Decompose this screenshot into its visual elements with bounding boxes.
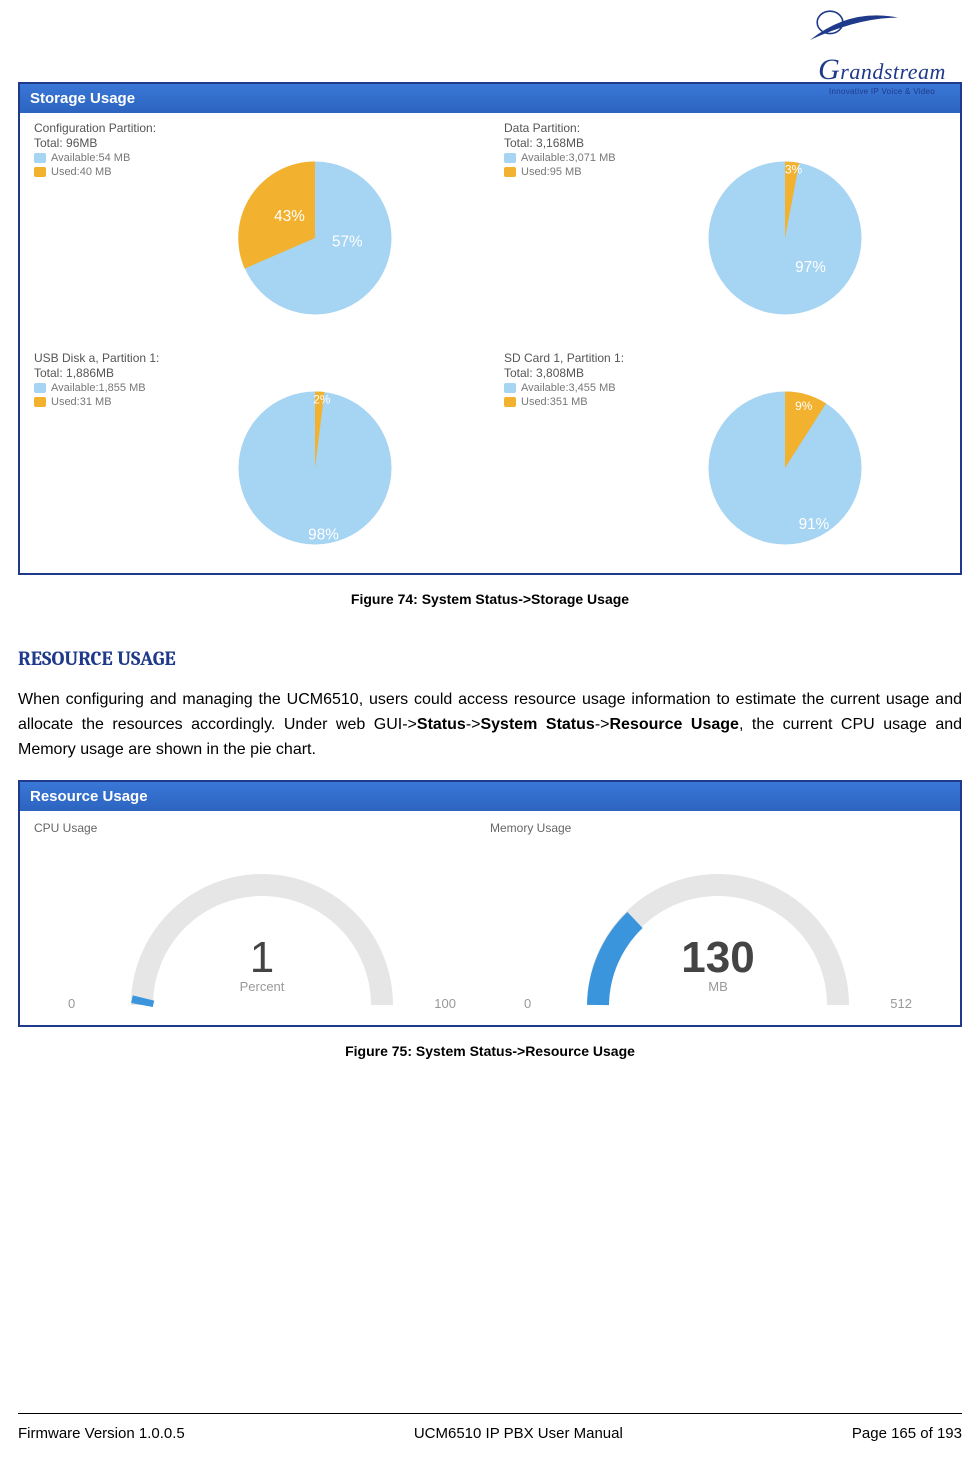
svg-text:3%: 3% [785, 162, 803, 176]
gauge-unit: Percent [34, 979, 490, 994]
storage-usage-panel: Storage Usage Configuration Partition: T… [18, 82, 962, 575]
gauge-value: 1 [34, 933, 490, 983]
usb-disk-pie: 98% 2% [230, 383, 400, 553]
cell-title: Data Partition: [504, 121, 948, 135]
resource-usage-paragraph: When configuring and managing the UCM651… [18, 688, 962, 762]
footer-rule [18, 1413, 962, 1414]
usb-disk-cell: USB Disk a, Partition 1: Total: 1,886MB … [20, 343, 490, 573]
svg-text:9%: 9% [795, 399, 813, 413]
swatch-used-icon [504, 167, 516, 177]
gauge-max: 100 [434, 996, 456, 1011]
logo-tagline: Innovative IP Voice & Video [802, 87, 962, 96]
gauge-min: 0 [524, 996, 531, 1011]
gauge-min: 0 [68, 996, 75, 1011]
gauge-unit: MB [490, 979, 946, 994]
cell-title: Configuration Partition: [34, 121, 478, 135]
svg-text:98%: 98% [308, 526, 339, 543]
config-partition-pie: 57% 43% [230, 153, 400, 323]
config-partition-cell: Configuration Partition: Total: 96MB Ava… [20, 113, 490, 343]
resource-usage-panel: Resource Usage CPU Usage 1 Percent 0 100… [18, 780, 962, 1027]
swatch-used-icon [34, 397, 46, 407]
swatch-available-icon [504, 383, 516, 393]
page-footer: Firmware Version 1.0.0.5 UCM6510 IP PBX … [18, 1425, 962, 1442]
swatch-available-icon [34, 383, 46, 393]
logo-text: GGrandstreamrandstream [802, 53, 962, 87]
gauge-title: CPU Usage [34, 821, 490, 835]
svg-text:97%: 97% [795, 259, 826, 276]
footer-title: UCM6510 IP PBX User Manual [414, 1425, 623, 1442]
svg-text:57%: 57% [332, 234, 363, 251]
cell-total: Total: 3,808MB [504, 366, 948, 380]
sd-card-cell: SD Card 1, Partition 1: Total: 3,808MB A… [490, 343, 960, 573]
cell-total: Total: 96MB [34, 136, 478, 150]
data-partition-cell: Data Partition: Total: 3,168MB Available… [490, 113, 960, 343]
resource-usage-heading: RESOURCE USAGE [18, 647, 962, 670]
footer-page: Page 165 of 193 [852, 1425, 962, 1442]
cell-title: SD Card 1, Partition 1: [504, 351, 948, 365]
cpu-usage-gauge: CPU Usage 1 Percent 0 100 [34, 821, 490, 1011]
logo-swoosh-icon [802, 8, 962, 48]
cell-title: USB Disk a, Partition 1: [34, 351, 478, 365]
resource-panel-header: Resource Usage [20, 782, 960, 811]
figure-74-caption: Figure 74: System Status->Storage Usage [18, 591, 962, 607]
sd-card-pie: 91% 9% [700, 383, 870, 553]
swatch-used-icon [34, 167, 46, 177]
svg-text:2%: 2% [313, 392, 331, 406]
swatch-available-icon [504, 153, 516, 163]
swatch-available-icon [34, 153, 46, 163]
brand-logo: GGrandstreamrandstream Innovative IP Voi… [802, 8, 962, 96]
memory-usage-gauge: Memory Usage 130 MB 0 512 [490, 821, 946, 1011]
data-partition-pie: 97% 3% [700, 153, 870, 323]
swatch-used-icon [504, 397, 516, 407]
cell-total: Total: 3,168MB [504, 136, 948, 150]
figure-75-caption: Figure 75: System Status->Resource Usage [18, 1043, 962, 1059]
svg-text:43%: 43% [274, 208, 305, 225]
footer-firmware: Firmware Version 1.0.0.5 [18, 1425, 185, 1442]
cell-total: Total: 1,886MB [34, 366, 478, 380]
gauge-title: Memory Usage [490, 821, 946, 835]
gauge-max: 512 [890, 996, 912, 1011]
svg-text:91%: 91% [799, 516, 830, 533]
gauge-value: 130 [490, 933, 946, 983]
